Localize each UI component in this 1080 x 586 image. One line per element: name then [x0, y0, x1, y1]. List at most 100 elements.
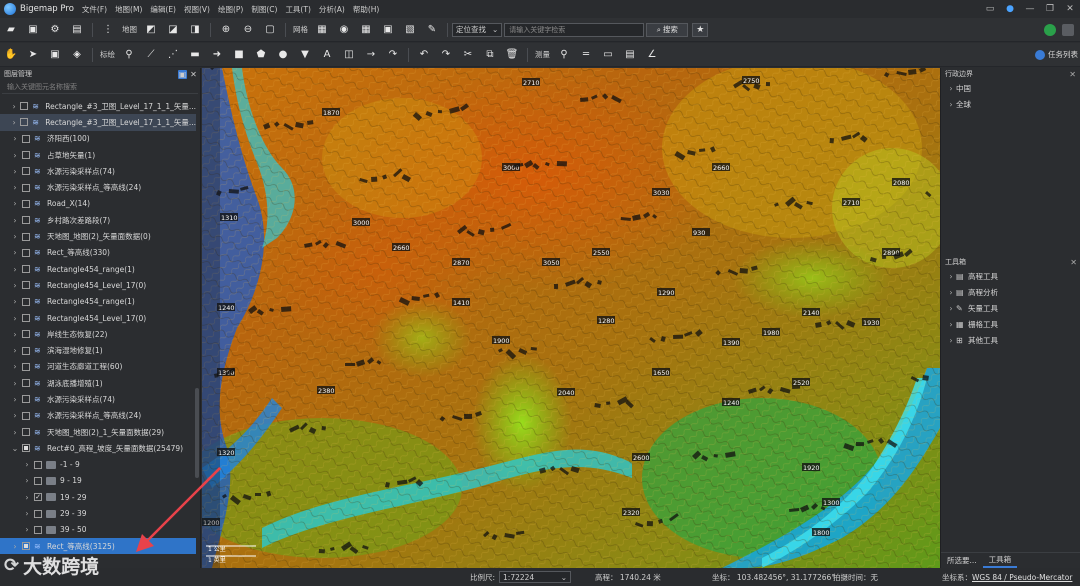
- close-button[interactable]: ✕: [1060, 4, 1080, 14]
- map-layer-icon[interactable]: ◩: [143, 23, 159, 37]
- export-icon[interactable]: ▣: [380, 23, 396, 37]
- menu-view[interactable]: 视图(V): [184, 4, 210, 15]
- admin-close-icon[interactable]: ✕: [1069, 70, 1076, 79]
- save-icon[interactable]: ▣: [25, 23, 41, 37]
- map-overlay-icon[interactable]: ◪: [165, 23, 181, 37]
- layer-tree-item[interactable]: › ≋ 占草地矢量(1): [0, 147, 196, 163]
- layer-checkbox[interactable]: [22, 265, 30, 274]
- menu-cartography[interactable]: 制图(C): [251, 4, 277, 15]
- search-button[interactable]: ⌕ 搜索: [646, 22, 689, 37]
- layer-checkbox[interactable]: [22, 167, 30, 176]
- tool-raster[interactable]: › ▦ 栅格工具: [941, 316, 1080, 332]
- settings-icon[interactable]: ⚙: [47, 23, 63, 37]
- image-icon[interactable]: ▧: [402, 23, 418, 37]
- chevron-right-icon[interactable]: ›: [22, 525, 32, 534]
- chevron-right-icon[interactable]: ›: [10, 297, 20, 306]
- admin-item-global[interactable]: › 全球: [941, 96, 1080, 112]
- globe-icon[interactable]: ●: [1000, 4, 1020, 14]
- layer-tree-item[interactable]: › ≋ 水源污染采样点_等高线(24): [0, 179, 196, 195]
- layer-checkbox[interactable]: ✓: [34, 493, 42, 502]
- clear-icon[interactable]: ✎: [424, 23, 440, 37]
- chevron-right-icon[interactable]: ›: [10, 362, 20, 371]
- undo-icon[interactable]: ↶: [416, 48, 432, 62]
- tool-other[interactable]: › ⊞ 其他工具: [941, 332, 1080, 348]
- copy-icon[interactable]: ⧉: [482, 48, 498, 62]
- arrow-shape-icon[interactable]: ➜: [209, 48, 225, 62]
- chevron-right-icon[interactable]: ›: [10, 151, 20, 160]
- grid-icon[interactable]: ▦: [314, 23, 330, 37]
- rectangle-icon[interactable]: ■: [231, 48, 247, 62]
- measure-point-icon[interactable]: ⚲: [556, 48, 572, 62]
- rectangle-label-icon[interactable]: ▬: [187, 48, 203, 62]
- chevron-right-icon[interactable]: ›: [10, 199, 20, 208]
- chevron-right-icon[interactable]: ›: [10, 183, 20, 192]
- layer-checkbox[interactable]: [22, 183, 30, 192]
- layer-checkbox[interactable]: [22, 411, 30, 420]
- zoom-in-icon[interactable]: ⊕: [218, 23, 234, 37]
- menu-analysis[interactable]: 分析(A): [319, 4, 345, 15]
- layer-checkbox[interactable]: [22, 151, 30, 160]
- layer-tree-item[interactable]: › ≋ Rectangle454_range(1): [0, 294, 196, 310]
- search-input[interactable]: 请输入关键字检索: [504, 22, 645, 37]
- layer-tree-item[interactable]: › ≋ 湖泳底播增殖(1): [0, 375, 196, 391]
- layer-search-input[interactable]: 输入关键图元名称搜索: [2, 80, 198, 94]
- chevron-right-icon[interactable]: ›: [10, 167, 20, 176]
- layer-checkbox[interactable]: [22, 362, 30, 371]
- menu-draw[interactable]: 绘图(P): [218, 4, 243, 15]
- chevron-right-icon[interactable]: ›: [10, 232, 20, 241]
- crs-link[interactable]: WGS 84 / Pseudo-Mercator: [972, 573, 1072, 582]
- layer-checkbox[interactable]: [22, 199, 30, 208]
- table-icon[interactable]: ▦: [358, 23, 374, 37]
- layer-checkbox[interactable]: [22, 248, 30, 257]
- chevron-right-icon[interactable]: ›: [10, 330, 20, 339]
- chevron-right-icon[interactable]: ›: [10, 314, 20, 323]
- layer-checkbox[interactable]: [22, 314, 30, 322]
- layer-tree-item[interactable]: › ≋ 天地图_地图(2)_矢量面数据(0): [0, 228, 196, 244]
- route-arrow-icon[interactable]: →: [363, 48, 379, 62]
- menu-tools[interactable]: 工具(T): [285, 4, 310, 15]
- layer-checkbox[interactable]: [22, 232, 30, 241]
- layer-checkbox[interactable]: [22, 395, 30, 404]
- polygon-icon[interactable]: ⬟: [253, 48, 269, 62]
- dashed-line-icon[interactable]: ⋰: [165, 48, 181, 62]
- measure-distance-icon[interactable]: ═: [578, 48, 594, 62]
- chevron-down-icon[interactable]: ⌄: [10, 444, 20, 453]
- layer-tree-item[interactable]: › ≋ Rectangle454_Level_17(0): [0, 310, 196, 326]
- task-list-button[interactable]: 任务列表: [1035, 49, 1078, 60]
- layer-tree-item[interactable]: › ≋ Rect_等高线(330): [0, 245, 196, 261]
- layer-tree-item[interactable]: › ≋ 水源污染采样点_等高线(24): [0, 408, 196, 424]
- minimize-button[interactable]: —: [1020, 4, 1040, 14]
- scale-select[interactable]: 1:72224 ⌄: [499, 571, 572, 583]
- restore-button[interactable]: ❐: [1040, 4, 1060, 14]
- layer-tree-item[interactable]: › ≋ 水源污染采样点(74): [0, 163, 196, 179]
- chevron-right-icon[interactable]: ›: [22, 476, 32, 485]
- open-folder-icon[interactable]: ▰: [3, 23, 19, 37]
- layer-tree-item[interactable]: › ≋ 乡村路次差路段(7): [0, 212, 196, 228]
- funnel-icon[interactable]: ▼: [297, 48, 313, 62]
- layer-tree-item[interactable]: › ≋ 岸线生态恢复(22): [0, 326, 196, 342]
- measure-profile-icon[interactable]: ▤: [622, 48, 638, 62]
- layer-badge-icon[interactable]: ◉: [336, 23, 352, 37]
- tool-elevation-analysis[interactable]: › ▤ 高程分析: [941, 284, 1080, 300]
- layer-checkbox[interactable]: [34, 476, 42, 485]
- layer-checkbox[interactable]: [22, 216, 30, 225]
- layer-checkbox[interactable]: [20, 102, 29, 111]
- admin-item-china[interactable]: › 中国: [941, 80, 1080, 96]
- tab-selected-features[interactable]: 所选要...: [941, 553, 983, 568]
- measure-angle-icon[interactable]: ∠: [644, 48, 660, 62]
- layer-checkbox[interactable]: [34, 525, 42, 534]
- layer-checkbox[interactable]: [22, 297, 30, 306]
- menu-file[interactable]: 文件(F): [82, 4, 107, 15]
- chevron-right-icon[interactable]: ›: [10, 411, 20, 420]
- chevron-right-icon[interactable]: ›: [10, 395, 20, 404]
- layer-tree-item[interactable]: › ≋ 河道生态廊道工程(60): [0, 359, 196, 375]
- tool-elevation[interactable]: › ▤ 高程工具: [941, 268, 1080, 284]
- layer-tree-item[interactable]: › ≋ Rectangle_#3_卫图_Level_17_1_1_矢量...: [0, 114, 196, 131]
- buffer-icon[interactable]: ◫: [341, 48, 357, 62]
- chevron-right-icon[interactable]: ›: [10, 216, 20, 225]
- redo-icon[interactable]: ↷: [438, 48, 454, 62]
- identify-icon[interactable]: ◈: [69, 48, 85, 62]
- layer-checkbox[interactable]: [22, 330, 30, 339]
- layer-checkbox[interactable]: [22, 346, 30, 355]
- status-green-icon[interactable]: [1044, 23, 1056, 36]
